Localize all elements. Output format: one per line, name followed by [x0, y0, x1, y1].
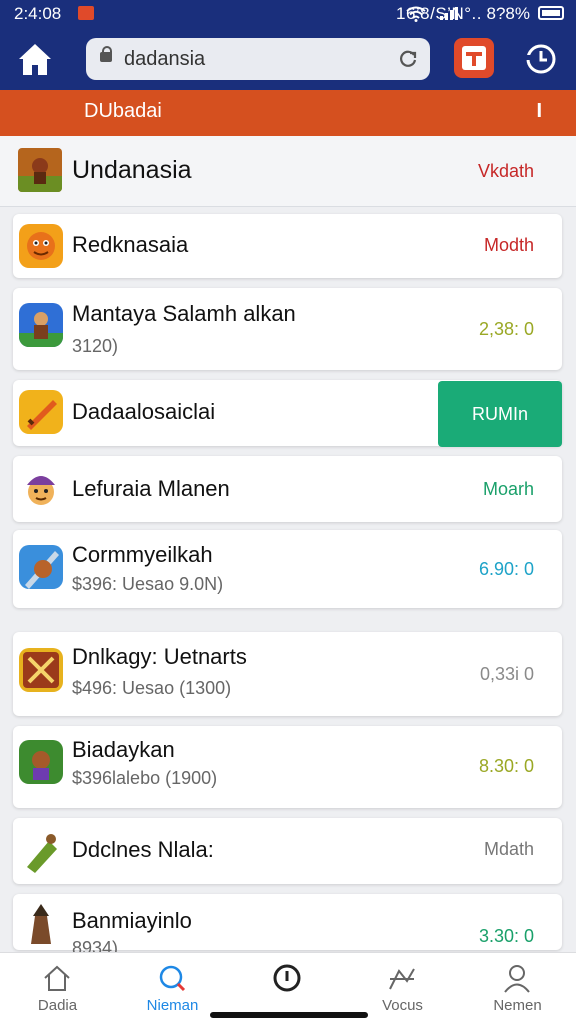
app-action-button[interactable]: 0,33i 0	[480, 664, 534, 685]
wifi-icon	[406, 6, 426, 22]
app-subtitle: $496: Uesao (1300)	[72, 678, 232, 698]
list-item[interactable]: Banmiayinlo 8934) 3.30: 0	[13, 894, 562, 958]
tabs-icon	[462, 46, 486, 70]
nav-item-profile[interactable]: Nemen	[460, 953, 575, 1025]
app-name: Banmiayinlo	[72, 908, 192, 933]
sword-app-icon	[19, 390, 63, 434]
menu-icon[interactable]: I	[536, 100, 542, 123]
section-action-button[interactable]: Vkdath	[478, 161, 534, 182]
battery-percent: 8?8%	[486, 4, 530, 23]
list-item[interactable]: Dadaalosaiclai RUMIn	[13, 380, 562, 447]
app-name: Cormmyeilkah	[72, 542, 213, 567]
adventure-app-icon	[19, 740, 63, 784]
list-item[interactable]: Mantaya Salamh alkan 3120) 2,38: 0	[13, 288, 562, 370]
reload-icon[interactable]	[398, 49, 418, 69]
app-name: Ddclnes Nlala:	[72, 837, 214, 862]
app-action-button[interactable]: 2,38: 0	[479, 319, 534, 340]
app-name: Redknasaia	[72, 232, 189, 257]
list-item[interactable]: Redknasaia Modth	[13, 214, 562, 278]
home-icon	[44, 965, 70, 991]
battle-app-icon	[19, 648, 63, 692]
notification-icon	[78, 6, 94, 20]
game-icon	[18, 148, 62, 192]
lock-icon	[100, 46, 112, 62]
character-app-icon	[19, 467, 63, 511]
list-item[interactable]: Lefuraia Mlanen Moarh	[13, 456, 562, 522]
tower-app-icon	[19, 902, 63, 946]
browser-toolbar: dadansia	[0, 28, 576, 90]
status-bar: 2:4:08 16’8/S’N°.. 8?8%	[0, 0, 576, 28]
shapes-icon	[389, 968, 415, 990]
nav-label: Dadia	[37, 997, 78, 1014]
battery-icon	[538, 6, 564, 20]
app-subtitle: 3120)	[72, 336, 119, 356]
profile-icon	[504, 965, 530, 993]
app-action-button[interactable]: Moarh	[483, 479, 534, 500]
warrior-app-icon	[19, 303, 63, 347]
address-bar[interactable]: dadansia	[86, 38, 430, 80]
app-subtitle: $396lalebo (1900)	[72, 768, 218, 788]
app-name: Lefuraia Mlanen	[72, 476, 230, 501]
app-action-button[interactable]: 8.30: 0	[479, 756, 534, 777]
list-item[interactable]: Biadaykan $396lalebo (1900) 8.30: 0	[13, 726, 562, 808]
home-icon[interactable]	[16, 40, 54, 78]
app-action-button[interactable]: Mdath	[484, 839, 534, 860]
home-indicator	[210, 1012, 368, 1018]
subheader-title: DUbadai	[84, 100, 162, 122]
subheader-bar: DUbadai I	[0, 90, 576, 136]
list-item[interactable]: Dnlkagy: Uetnarts $496: Uesao (1300) 0,3…	[13, 632, 562, 716]
run-button[interactable]: RUMIn	[438, 381, 562, 447]
app-name: Dnlkagy: Uetnarts	[72, 644, 247, 669]
search-icon	[159, 965, 186, 992]
nav-item-home[interactable]: Dadia	[0, 953, 115, 1025]
history-icon[interactable]	[524, 42, 558, 76]
section-header[interactable]: Undanasia Vkdath	[0, 136, 576, 207]
app-name: Dadaalosaiclai	[72, 399, 216, 424]
app-action-button[interactable]: 3.30: 0	[479, 926, 534, 947]
nav-label: Nemen	[493, 997, 542, 1014]
section-title: Undanasia	[72, 156, 192, 184]
app-name: Biadaykan	[72, 737, 175, 762]
record-icon	[273, 964, 301, 992]
hero-app-icon	[19, 545, 63, 589]
status-time: 2:4:08	[14, 4, 62, 23]
list-item[interactable]: Cormmyeilkah $396: Uesao 9.0N) 6.90: 0	[13, 530, 562, 608]
tabs-button[interactable]	[454, 38, 494, 78]
list-item[interactable]: Ddclnes Nlala: Mdath	[13, 818, 562, 884]
monster-app-icon	[19, 224, 63, 268]
app-action-button[interactable]: 6.90: 0	[479, 559, 534, 580]
app-name: Mantaya Salamh alkan	[72, 301, 296, 326]
cannon-app-icon	[19, 829, 63, 873]
app-subtitle: $396: Uesao 9.0N)	[72, 574, 224, 594]
url-text[interactable]: dadansia	[124, 48, 205, 71]
app-action-button[interactable]: Modth	[484, 235, 534, 256]
signal-icon	[440, 7, 458, 20]
